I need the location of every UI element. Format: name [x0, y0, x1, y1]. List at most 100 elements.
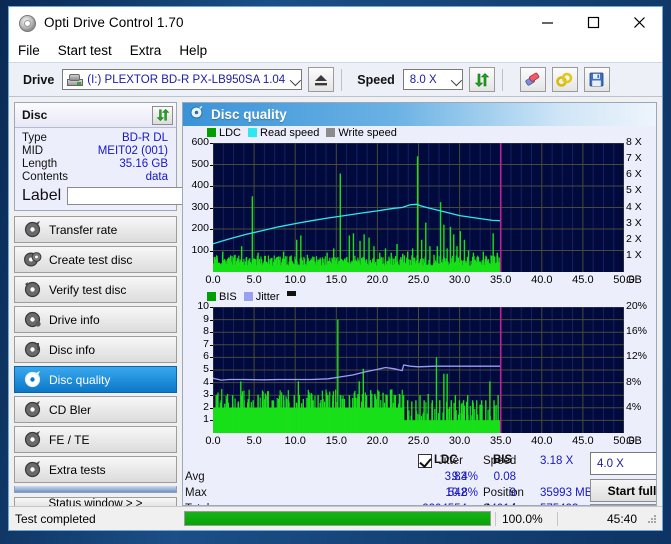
stats-row-max: Max	[185, 487, 207, 499]
sidebar-item-label: Disc info	[49, 343, 95, 357]
disc-write-icon	[23, 250, 42, 269]
disc-row-contents: Contents data	[15, 170, 176, 183]
x-tick: 0.0	[193, 435, 233, 447]
legend-item-jitter: Jitter	[244, 291, 280, 303]
y-tick: 9	[183, 313, 209, 325]
ldc-chart-legend: LDC Read speed Write speed	[183, 126, 656, 139]
sidebar-item-verify-test-disc[interactable]: Verify test disc	[14, 276, 177, 303]
sidebar-item-cd-bler[interactable]: CD Bler	[14, 396, 177, 423]
x-tick: 30.0	[440, 274, 480, 286]
disc-row-key: MID	[22, 145, 43, 157]
x-tick: 40.0	[522, 435, 562, 447]
window-controls	[524, 7, 662, 37]
app-window: Opti Drive Control 1.70 File Start test …	[8, 6, 663, 531]
sidebar-item-label: Create test disc	[49, 253, 132, 267]
tools-button[interactable]	[552, 67, 578, 92]
y-tick: 1	[183, 413, 209, 425]
x-tick: 5.0	[234, 435, 274, 447]
close-icon[interactable]	[616, 7, 662, 37]
left-panel-filler	[14, 486, 177, 493]
disc-row-key: Length	[22, 158, 57, 170]
menu-help[interactable]: Help	[179, 41, 217, 60]
y2-tick: 5 X	[626, 184, 642, 196]
start-full-button[interactable]: Start full	[590, 479, 657, 502]
stats-jitter-max: 10.8%	[428, 487, 478, 499]
eject-button[interactable]	[308, 67, 334, 92]
position-stat-label: Position	[483, 487, 524, 499]
disc-spin-icon	[23, 220, 42, 239]
menu-extra[interactable]: Extra	[130, 41, 172, 60]
maximize-icon[interactable]	[570, 7, 616, 37]
menu-file[interactable]: File	[18, 41, 50, 60]
x-tick: 35.0	[481, 435, 521, 447]
sidebar-item-disc-quality[interactable]: Disc quality	[14, 366, 177, 393]
ldc-chart[interactable]: 600 500 400 300 200 100 8 X 7 X 6 X 5 X 4 X 3 X 2 X 1…	[183, 139, 656, 290]
y2-tick: 1 X	[626, 249, 642, 261]
y-tick: 400	[183, 179, 209, 191]
drive-icon	[67, 74, 83, 86]
toolbar-separator	[341, 69, 342, 91]
disc-info-icon	[23, 340, 42, 359]
x-tick: 45.0	[563, 274, 603, 286]
y2-tick: 7 X	[626, 152, 642, 164]
disc-row-type: Type BD-R DL	[15, 131, 176, 144]
toolbar-separator	[502, 69, 503, 91]
disc-verify-icon	[23, 280, 42, 299]
disc-row-value: data	[146, 171, 168, 183]
x-tick: 5.0	[234, 274, 274, 286]
erase-button[interactable]	[520, 67, 546, 92]
disc-refresh-button[interactable]	[152, 106, 173, 125]
chevron-down-icon	[451, 74, 462, 85]
bis-chart-plot	[213, 307, 624, 433]
menu-bar: File Start test Extra Help	[9, 38, 662, 62]
speed-select[interactable]: 8.0 X	[403, 69, 463, 90]
stats-panel: LDC BIS Avg Max Total 3.83 542 2204554 0…	[183, 451, 656, 505]
x-tick: 0.0	[193, 274, 233, 286]
y-tick: 2	[183, 401, 209, 413]
x-tick: 25.0	[399, 274, 439, 286]
sidebar-item-disc-info[interactable]: Disc info	[14, 336, 177, 363]
disc-row-mid: MID MEIT02 (001)	[15, 144, 176, 157]
jitter-label: Jitter	[438, 455, 463, 467]
toolbar: Drive (I:) PLEXTOR BD-R PX-LB950SA 1.04 …	[9, 62, 662, 97]
sidebar-item-transfer-rate[interactable]: Transfer rate	[14, 216, 177, 243]
y-tick: 100	[183, 244, 209, 256]
y2-tick: 2 X	[626, 233, 642, 245]
bis-chart[interactable]: 10 9 8 7 6 5 4 3 2 1 20% 16% 12% 8% 4% 0.0 5.0 10.0 15.0 20…	[183, 303, 656, 451]
status-window-button[interactable]: Status window > >	[14, 497, 177, 506]
disc-label-row: Label	[15, 183, 176, 210]
limit-speed-select[interactable]: 4.0 X	[590, 452, 657, 475]
resize-grip[interactable]	[645, 512, 659, 526]
x-axis-unit: GB	[626, 435, 652, 447]
sidebar-item-create-test-disc[interactable]: Create test disc	[14, 246, 177, 273]
y-tick: 3	[183, 388, 209, 400]
y2-tick: 8 X	[626, 136, 642, 148]
minimize-icon[interactable]	[524, 7, 570, 37]
x-tick: 30.0	[440, 435, 480, 447]
save-button[interactable]	[584, 67, 610, 92]
disc-info-header: Disc	[15, 103, 176, 128]
y2-tick: 16%	[626, 325, 647, 337]
sidebar-item-fe-te[interactable]: FE / TE	[14, 426, 177, 453]
sidebar-item-extra-tests[interactable]: Extra tests	[14, 456, 177, 483]
disc-row-value: 35.16 GB	[119, 158, 168, 170]
menu-start-test[interactable]: Start test	[58, 41, 122, 60]
position-stat-value: 35993 MB	[540, 487, 592, 499]
y-tick: 600	[183, 136, 209, 148]
disc-info-title: Disc	[22, 108, 47, 122]
y-tick: 7	[183, 338, 209, 350]
stats-jitter-avg: 9.4%	[428, 471, 478, 483]
progress-bar-fill	[185, 512, 490, 525]
chevron-down-icon	[290, 74, 301, 85]
disc-row-key: Contents	[22, 171, 68, 183]
refresh-button[interactable]	[469, 67, 495, 92]
sidebar-item-label: Verify test disc	[49, 283, 126, 297]
jitter-checkbox[interactable]	[418, 454, 432, 468]
y-tick: 300	[183, 201, 209, 213]
legend-item-write-speed: Write speed	[326, 127, 397, 139]
drive-select[interactable]: (I:) PLEXTOR BD-R PX-LB950SA 1.04	[62, 69, 302, 90]
disc-quality-icon	[189, 105, 204, 125]
progress-percent: 100.0%	[495, 512, 557, 526]
sidebar-item-drive-info[interactable]: Drive info	[14, 306, 177, 333]
x-tick: 15.0	[316, 274, 356, 286]
